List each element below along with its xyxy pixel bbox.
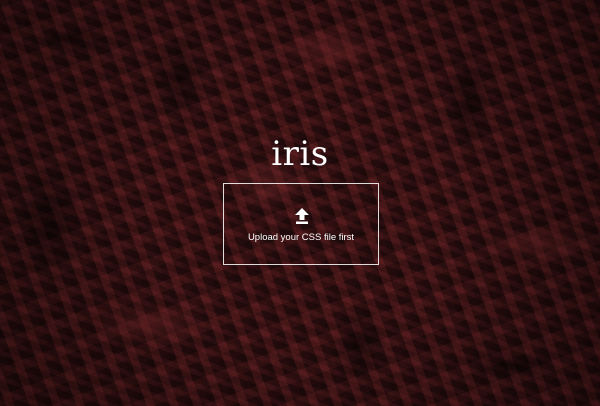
main-content: iris Upload your CSS file first	[0, 0, 600, 406]
upload-arrow-icon	[295, 208, 309, 224]
app-title: iris	[271, 134, 329, 174]
upload-dropzone[interactable]: Upload your CSS file first	[223, 183, 379, 265]
upload-label: Upload your CSS file first	[247, 232, 355, 243]
